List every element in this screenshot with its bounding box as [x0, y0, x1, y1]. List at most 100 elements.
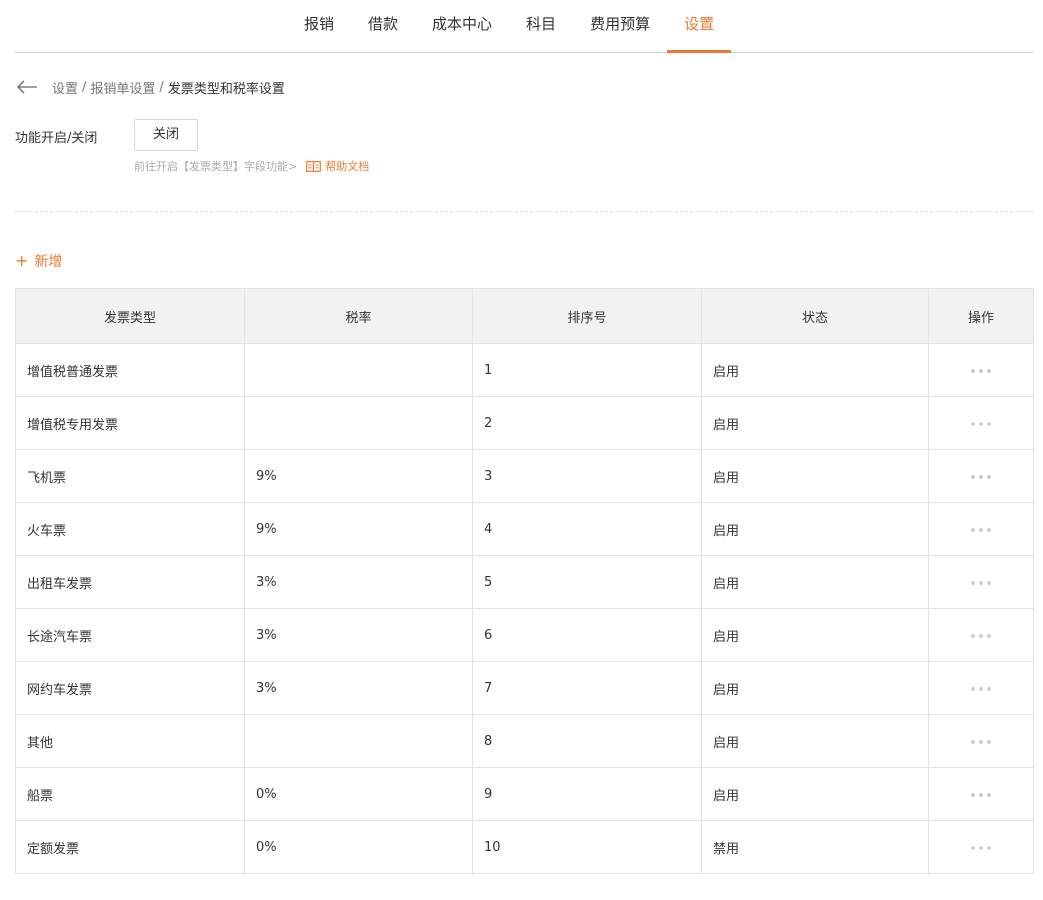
tab-budget[interactable]: 费用预算	[573, 0, 667, 52]
cell-invoice-type: 其他	[15, 714, 245, 768]
cell-status: 启用	[701, 343, 929, 397]
cell-invoice-type: 网约车发票	[15, 661, 245, 715]
table-header-row: 发票类型 税率 排序号 状态 操作	[15, 288, 1034, 344]
cell-invoice-type: 出租车发票	[15, 555, 245, 609]
nav-tabs: 报销 借款 成本中心 科目 费用预算 设置	[287, 0, 732, 53]
cell-actions	[928, 661, 1034, 715]
feature-hint-text[interactable]: 前往开启【发票类型】字段功能>	[134, 158, 297, 174]
cell-tax-rate	[244, 714, 473, 768]
plus-icon: +	[15, 251, 29, 270]
cell-actions	[928, 396, 1034, 450]
invoice-type-table: 发票类型 税率 排序号 状态 操作 增值税普通发票 1 启用 增值税专用发票 2 启用 飞机…	[15, 288, 1034, 874]
table-row: 其他 8 启用	[15, 714, 1034, 768]
cell-sort-order: 7	[472, 661, 702, 715]
table-row: 网约车发票 3% 7 启用	[15, 661, 1034, 715]
add-button-label: 新增	[34, 254, 63, 270]
cell-status: 启用	[701, 555, 929, 609]
more-dots-icon[interactable]	[965, 734, 997, 750]
feature-hint: 前往开启【发票类型】字段功能> 帮助文档	[134, 158, 369, 174]
cell-actions	[928, 767, 1034, 821]
cell-status: 启用	[701, 767, 929, 821]
cell-sort-order: 1	[472, 343, 702, 397]
cell-tax-rate: 0%	[244, 820, 473, 874]
feature-toggle-label: 功能开启/关闭	[15, 131, 98, 146]
cell-tax-rate: 3%	[244, 555, 473, 609]
more-dots-icon[interactable]	[965, 522, 997, 538]
breadcrumb-separator: /	[159, 79, 164, 95]
breadcrumb-settings[interactable]: 设置	[52, 78, 78, 97]
cell-sort-order: 9	[472, 767, 702, 821]
table-row: 增值税专用发票 2 启用	[15, 396, 1034, 450]
cell-status: 禁用	[701, 820, 929, 874]
cell-status: 启用	[701, 608, 929, 662]
cell-tax-rate: 3%	[244, 661, 473, 715]
table-row: 出租车发票 3% 5 启用	[15, 555, 1034, 609]
cell-actions	[928, 714, 1034, 768]
section-divider	[15, 211, 1033, 212]
arrow-left-icon[interactable]	[16, 79, 38, 95]
more-dots-icon[interactable]	[965, 681, 997, 697]
cell-invoice-type: 船票	[15, 767, 245, 821]
cell-actions	[928, 343, 1034, 397]
more-dots-icon[interactable]	[965, 469, 997, 485]
cell-tax-rate: 9%	[244, 502, 473, 556]
cell-sort-order: 4	[472, 502, 702, 556]
cell-sort-order: 6	[472, 608, 702, 662]
header-invoice-type: 发票类型	[15, 288, 245, 344]
header-sort-order: 排序号	[472, 288, 702, 344]
cell-invoice-type: 火车票	[15, 502, 245, 556]
cell-sort-order: 2	[472, 396, 702, 450]
cell-actions	[928, 449, 1034, 503]
cell-invoice-type: 长途汽车票	[15, 608, 245, 662]
more-dots-icon[interactable]	[965, 787, 997, 803]
breadcrumb-reimbursement-settings[interactable]: 报销单设置	[90, 78, 155, 97]
more-dots-icon[interactable]	[965, 840, 997, 856]
table-row: 船票 0% 9 启用	[15, 767, 1034, 821]
cell-actions	[928, 608, 1034, 662]
cell-actions	[928, 820, 1034, 874]
breadcrumb: 设置 / 报销单设置 / 发票类型和税率设置	[16, 76, 285, 98]
more-dots-icon[interactable]	[965, 575, 997, 591]
cell-status: 启用	[701, 502, 929, 556]
tab-subject[interactable]: 科目	[509, 0, 573, 52]
help-doc-label: 帮助文档	[325, 160, 370, 173]
more-dots-icon[interactable]	[965, 628, 997, 644]
cell-sort-order: 3	[472, 449, 702, 503]
feature-toggle-button[interactable]: 关闭	[134, 119, 198, 151]
table-row: 飞机票 9% 3 启用	[15, 449, 1034, 503]
cell-status: 启用	[701, 396, 929, 450]
header-actions: 操作	[928, 288, 1034, 344]
cell-invoice-type: 增值税专用发票	[15, 396, 245, 450]
add-button[interactable]: + 新增	[15, 251, 62, 271]
cell-tax-rate: 9%	[244, 449, 473, 503]
header-status: 状态	[701, 288, 929, 344]
cell-sort-order: 10	[472, 820, 702, 874]
book-icon	[306, 160, 322, 172]
cell-actions	[928, 555, 1034, 609]
tab-loan[interactable]: 借款	[351, 0, 415, 52]
tab-settings[interactable]: 设置	[667, 0, 732, 53]
cell-tax-rate: 3%	[244, 608, 473, 662]
breadcrumb-separator: /	[82, 79, 87, 95]
tab-reimbursement[interactable]: 报销	[287, 0, 351, 52]
table-row: 火车票 9% 4 启用	[15, 502, 1034, 556]
cell-sort-order: 8	[472, 714, 702, 768]
table-row: 增值税普通发票 1 启用	[15, 343, 1034, 397]
cell-tax-rate	[244, 396, 473, 450]
breadcrumb-current: 发票类型和税率设置	[167, 81, 285, 97]
top-nav: 报销 借款 成本中心 科目 费用预算 设置	[15, 0, 1033, 53]
more-dots-icon[interactable]	[965, 416, 997, 432]
help-doc-link[interactable]: 帮助文档	[306, 158, 369, 174]
cell-invoice-type: 飞机票	[15, 449, 245, 503]
table-row: 长途汽车票 3% 6 启用	[15, 608, 1034, 662]
cell-actions	[928, 502, 1034, 556]
cell-status: 启用	[701, 449, 929, 503]
cell-tax-rate: 0%	[244, 767, 473, 821]
tab-cost-center[interactable]: 成本中心	[415, 0, 509, 52]
more-dots-icon[interactable]	[965, 363, 997, 379]
cell-status: 启用	[701, 661, 929, 715]
table-row: 定额发票 0% 10 禁用	[15, 820, 1034, 874]
cell-status: 启用	[701, 714, 929, 768]
cell-invoice-type: 定额发票	[15, 820, 245, 874]
cell-tax-rate	[244, 343, 473, 397]
